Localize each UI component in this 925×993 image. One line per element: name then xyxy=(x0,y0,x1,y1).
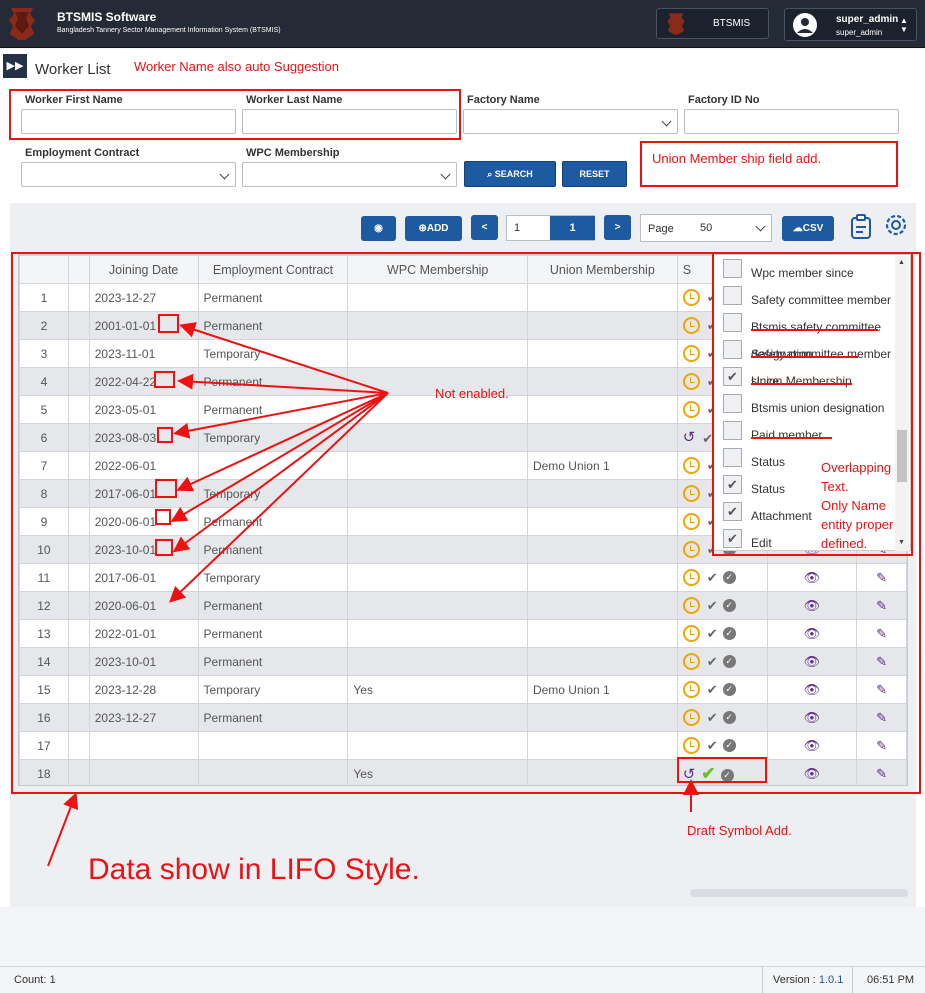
divider xyxy=(762,967,763,993)
status-bar: Count: 1 Version : 1.0.1 06:51 PM xyxy=(0,966,925,993)
version-prefix: Version : xyxy=(773,974,819,986)
version-number: 1.0.1 xyxy=(818,974,844,986)
version-label: Version : 1.0.1 xyxy=(773,974,843,986)
clock-time: 06:51 PM xyxy=(867,974,915,986)
record-count: Count: 1 xyxy=(14,974,56,986)
annotation-arrows xyxy=(47,322,878,867)
divider xyxy=(852,967,853,993)
